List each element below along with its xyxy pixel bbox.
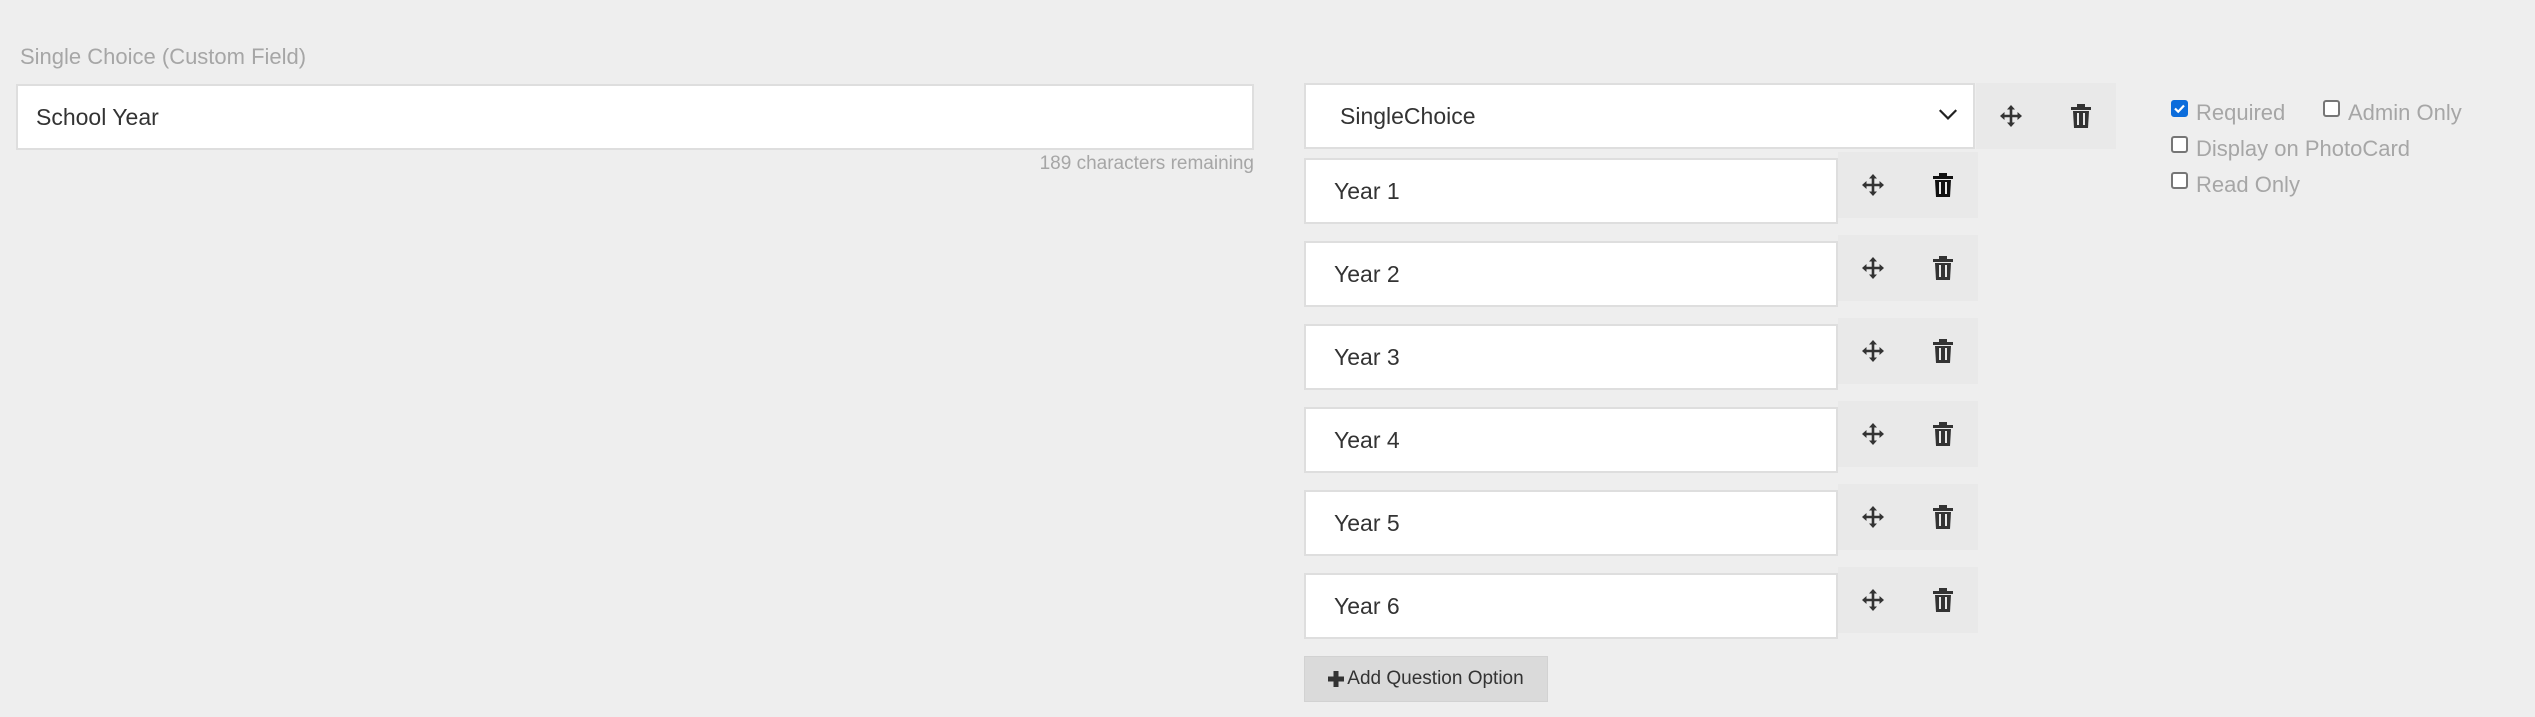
read-only-label: Read Only [2196, 172, 2300, 197]
move-arrows-icon [1862, 174, 1884, 196]
move-arrows-icon [1862, 340, 1884, 362]
display-on-photocard-label: Display on PhotoCard [2196, 136, 2411, 161]
option-move-handle[interactable] [1838, 484, 1908, 550]
read-only-checkbox[interactable] [2171, 171, 2188, 189]
chevron-down-icon [1938, 109, 1958, 120]
field-type-label: Single Choice (Custom Field) [20, 44, 307, 69]
option-delete-button[interactable] [1908, 318, 1978, 384]
question-option-input[interactable] [1304, 158, 1838, 224]
question-option-input[interactable] [1304, 573, 1838, 639]
trash-icon [1933, 173, 1953, 197]
option-delete-button[interactable] [1908, 235, 1978, 301]
add-question-option-label: Add Question Option [1347, 668, 1524, 689]
trash-icon [1933, 256, 1953, 280]
required-label: Required [2196, 100, 2286, 125]
move-arrows-icon [1862, 423, 1884, 445]
checkmark-icon [2174, 104, 2185, 113]
characters-remaining: 189 characters remaining [1039, 153, 1254, 174]
question-option-input[interactable] [1304, 490, 1838, 556]
option-move-handle[interactable] [1838, 401, 1908, 467]
field-move-handle[interactable] [1976, 83, 2046, 149]
option-move-handle[interactable] [1838, 318, 1908, 384]
admin-only-checkbox[interactable] [2323, 99, 2340, 117]
required-checkbox[interactable] [2171, 99, 2188, 117]
option-move-handle[interactable] [1838, 152, 1908, 218]
admin-only-option[interactable]: Admin Only [2323, 99, 2462, 126]
move-arrows-icon [2000, 105, 2022, 127]
question-option-input[interactable] [1304, 324, 1838, 390]
field-type-value: SingleChoice [1340, 102, 1476, 129]
option-delete-button[interactable] [1908, 401, 1978, 467]
read-only-option[interactable]: Read Only [2171, 171, 2300, 198]
trash-icon [1933, 422, 1953, 446]
field-type-select[interactable]: SingleChoice [1304, 83, 1975, 149]
field-delete-button[interactable] [2046, 83, 2116, 149]
question-option-input[interactable] [1304, 407, 1838, 473]
add-question-option-button[interactable]: Add Question Option [1304, 656, 1548, 702]
option-delete-button[interactable] [1908, 152, 1978, 218]
plus-icon [1328, 671, 1345, 687]
move-arrows-icon [1862, 257, 1884, 279]
trash-icon [1933, 588, 1953, 612]
option-delete-button[interactable] [1908, 484, 1978, 550]
move-arrows-icon [1862, 506, 1884, 528]
option-move-handle[interactable] [1838, 567, 1908, 633]
display-on-photocard-option[interactable]: Display on PhotoCard [2171, 135, 2411, 162]
trash-icon [1933, 339, 1953, 363]
option-delete-button[interactable] [1908, 567, 1978, 633]
option-move-handle[interactable] [1838, 235, 1908, 301]
display-on-photocard-checkbox[interactable] [2171, 135, 2188, 153]
field-name-input[interactable] [16, 84, 1254, 150]
admin-only-label: Admin Only [2348, 100, 2462, 125]
trash-icon [2071, 104, 2091, 128]
question-option-input[interactable] [1304, 241, 1838, 307]
required-option[interactable]: Required [2171, 99, 2286, 126]
trash-icon [1933, 505, 1953, 529]
move-arrows-icon [1862, 589, 1884, 611]
